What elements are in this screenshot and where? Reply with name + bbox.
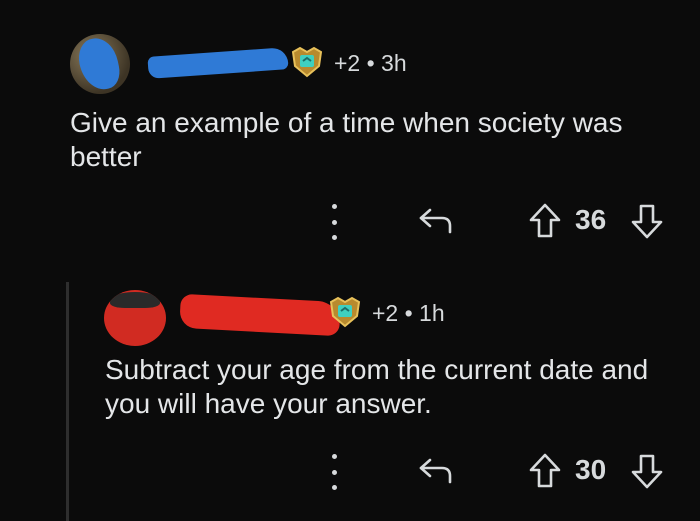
- comment-reply: +2 • 1h Subtract your age from the curre…: [0, 0, 700, 490]
- comment-meta: +2 • 1h: [372, 300, 445, 326]
- more-vertical-icon[interactable]: [329, 454, 339, 490]
- comment-body: Subtract your age from the current date …: [105, 354, 649, 419]
- downvote-arrow-icon[interactable]: [630, 452, 664, 490]
- reply-arrow-icon[interactable]: [416, 454, 456, 486]
- upvote-arrow-icon[interactable]: [528, 452, 562, 490]
- comment-actions: 30: [0, 450, 700, 490]
- vote-score: 30: [575, 454, 607, 485]
- avatar-hair: [110, 292, 160, 308]
- avatar[interactable]: [104, 290, 166, 346]
- redacted-username[interactable]: [179, 293, 341, 337]
- award-badge-icon: [329, 296, 361, 328]
